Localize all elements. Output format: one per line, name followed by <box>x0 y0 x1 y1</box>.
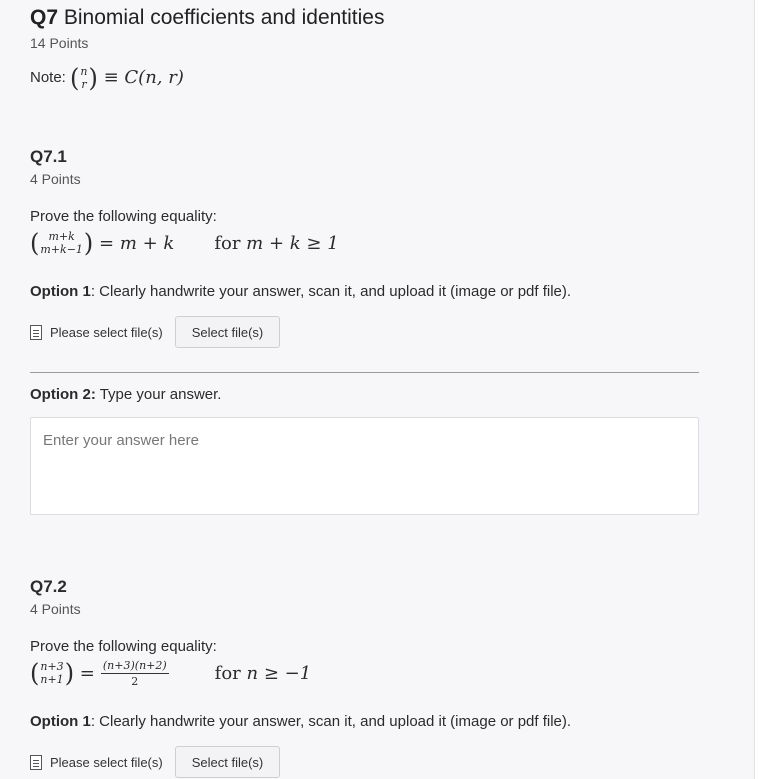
note-label: Note: <box>30 69 66 86</box>
equation: ( m+k m+k−1 ) = m + k for m + k ≥ 1 <box>30 228 699 258</box>
right-paren: ) <box>88 63 98 93</box>
option-2-label: Option 2: <box>30 386 96 403</box>
right-paren: ) <box>83 228 94 258</box>
binomial-top: m+k <box>48 230 75 243</box>
option-1-label: Option 1 <box>30 713 91 730</box>
note-formula: ( n r ) ≡ C(n, r) <box>70 63 184 93</box>
condition-expression: m + k ≥ 1 <box>246 232 339 254</box>
binomial-top: n <box>80 65 88 78</box>
option-1-text: : Clearly handwrite your answer, scan it… <box>90 283 572 300</box>
note: Note: ( n r ) ≡ C(n, r) <box>30 63 699 93</box>
answer-textarea[interactable] <box>30 417 699 515</box>
subquestion-points: 4 Points <box>30 601 81 617</box>
file-upload: Please select file(s) Select file(s) <box>30 746 699 778</box>
equation-rhs: = m + k <box>99 232 175 254</box>
please-select-text: Please select file(s) <box>50 754 163 770</box>
scrollbar-track[interactable] <box>754 0 763 779</box>
for-word: for <box>214 662 241 684</box>
for-word: for <box>214 232 241 254</box>
equals-sign: = <box>79 662 95 684</box>
option-1: Option 1: Clearly handwrite your answer,… <box>30 282 699 302</box>
binomial-stack: n+3 n+1 <box>40 661 63 685</box>
left-paren: ( <box>30 228 40 258</box>
subquestion-title: Q7.2 <box>30 577 67 596</box>
note-rhs: ≡ C(n, r) <box>103 67 184 88</box>
file-icon <box>30 324 42 340</box>
fraction-denominator: 2 <box>131 674 139 688</box>
binomial-bottom: m+k−1 <box>40 243 83 256</box>
option-1-text: : Clearly handwrite your answer, scan it… <box>90 713 572 730</box>
binomial-top: n+3 <box>40 660 64 673</box>
equation: ( n+3 n+1 ) = (n+3)(n+2) 2 for n ≥ −1 <box>30 658 699 688</box>
question-points: 14 Points <box>30 35 89 51</box>
right-paren: ) <box>64 658 75 688</box>
left-paren: ( <box>30 658 40 688</box>
option-2: Option 2: Type your answer. <box>30 385 699 405</box>
subquestion-7-1: Q7.1 4 Points Prove the following equali… <box>30 146 699 520</box>
option-1: Option 1: Clearly handwrite your answer,… <box>30 712 699 732</box>
equation-binomial: ( m+k m+k−1 ) <box>30 228 94 258</box>
prompt-text: Prove the following equality: <box>30 638 217 655</box>
condition-expression: n ≥ −1 <box>246 662 312 684</box>
divider <box>30 372 699 373</box>
binomial-bottom: r <box>81 78 87 91</box>
question-number: Q7 <box>30 6 59 29</box>
fraction: (n+3)(n+2) 2 <box>100 658 169 688</box>
question-content: Q7 Binomial coefficients and identities … <box>30 4 699 778</box>
subquestion-points: 4 Points <box>30 171 81 187</box>
equation-condition: for n ≥ −1 <box>215 663 312 684</box>
note-binomial: ( n r ) <box>70 63 98 93</box>
binomial-bottom: n+1 <box>40 673 64 686</box>
please-select-text: Please select file(s) <box>50 324 163 340</box>
option-1-label: Option 1 <box>30 283 91 300</box>
binomial-stack: m+k m+k−1 <box>40 231 83 255</box>
equation-lhs: ( m+k m+k−1 ) = m + k <box>30 228 175 258</box>
prompt-text: Prove the following equality: <box>30 208 217 225</box>
equation-lhs: ( n+3 n+1 ) = (n+3)(n+2) 2 <box>30 660 175 687</box>
equation-condition: for m + k ≥ 1 <box>214 233 338 254</box>
file-icon <box>30 754 42 770</box>
fraction-numerator: (n+3)(n+2) <box>100 658 169 674</box>
left-paren: ( <box>70 63 80 93</box>
binomial-stack: n r <box>80 66 87 90</box>
subquestion-title: Q7.1 <box>30 147 67 166</box>
page: Q7 Binomial coefficients and identities … <box>0 0 763 779</box>
question-title: Q7 Binomial coefficients and identities <box>30 4 699 32</box>
select-files-button[interactable]: Select file(s) <box>174 746 281 778</box>
question-title-text: Binomial coefficients and identities <box>63 6 385 29</box>
option-2-text: Type your answer. <box>95 386 222 403</box>
select-files-button[interactable]: Select file(s) <box>174 316 281 348</box>
file-upload: Please select file(s) Select file(s) <box>30 316 699 348</box>
equation-binomial: ( n+3 n+1 ) <box>30 658 75 688</box>
subquestion-7-2: Q7.2 4 Points Prove the following equali… <box>30 576 699 778</box>
